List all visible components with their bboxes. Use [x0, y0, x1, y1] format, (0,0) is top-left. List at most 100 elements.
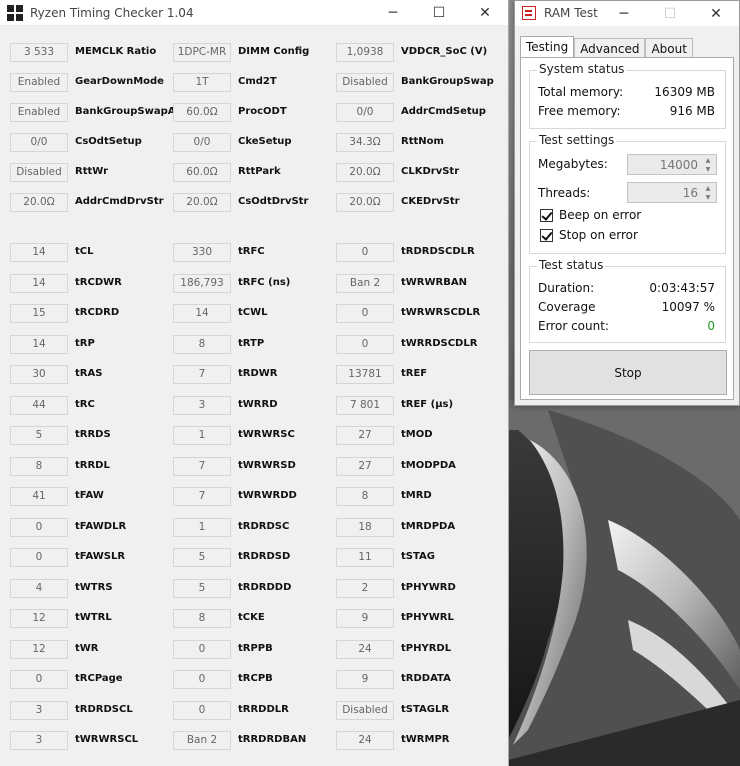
timing-label-tphywrd: tPHYWRD: [401, 581, 456, 593]
ram-minimize-icon[interactable]: ─: [601, 1, 647, 26]
timing-label-trrdl: tRRDL: [75, 459, 110, 471]
spin-down-icon[interactable]: ▼: [702, 193, 714, 202]
threads-stepper[interactable]: 16 ▲ ▼: [627, 182, 717, 203]
timing-value-tras: 30: [10, 365, 68, 384]
timing-label-twtrs: tWTRS: [75, 581, 113, 593]
ram-titlebar[interactable]: RAM Test ─ ☐ ✕: [515, 1, 739, 26]
timing-label-trppb: tRPPB: [238, 642, 273, 654]
timing-value-twrrd: 3: [173, 395, 231, 415]
timing-value-twrwrsc: 1: [173, 426, 231, 445]
timing-label-tstaglr: tSTAGLR: [401, 703, 450, 715]
timing-value-rttpark: 60.0Ω: [173, 163, 231, 182]
timing-label-rttpark: RttPark: [238, 166, 281, 177]
test-settings-group: Test settings Megabytes: 14000 ▲ ▼ Threa…: [529, 133, 726, 254]
timing-label-addrcmddrvstr: AddrCmdDrvStr: [75, 196, 164, 207]
timing-label-cmd2t: Cmd2T: [238, 76, 277, 87]
timing-value-trfc-ns: 186,793: [173, 273, 231, 293]
stop-button[interactable]: Stop: [529, 350, 727, 395]
timing-label-twrwrsc: tWRWRSC: [238, 429, 295, 440]
ram-test-window: RAM Test ─ ☐ ✕ Testing Advanced About Sy…: [514, 0, 740, 406]
error-count-value: 0: [707, 319, 715, 333]
ram-window-title: RAM Test: [544, 6, 598, 20]
timing-value-tcke: 8: [173, 609, 231, 628]
timing-label-trp: tRP: [75, 337, 95, 349]
timing-label-trdrddd: tRDRDDD: [238, 581, 292, 593]
timing-label-twrwrsd: tWRWRSD: [238, 459, 296, 471]
timing-value-trcpage: 0: [10, 670, 68, 689]
checkbox-checked-icon[interactable]: [540, 209, 553, 222]
timing-value-twtrs: 4: [10, 578, 68, 598]
timing-value-ckesetup: 0/0: [173, 133, 231, 152]
timing-label-twrrd: tWRRD: [238, 398, 278, 410]
ram-close-icon[interactable]: ✕: [693, 1, 739, 26]
ryzen-timing-checker-window: Ryzen Timing Checker 1.04 ─ ☐ ✕ 3 533 MEM…: [0, 0, 509, 766]
test-status-group: Test status Duration: 0:03:43:57 Coverag…: [529, 258, 726, 343]
tab-advanced[interactable]: Advanced: [574, 38, 646, 59]
rtc-titlebar[interactable]: Ryzen Timing Checker 1.04 ─ ☐ ✕: [0, 0, 508, 26]
timing-label-tphyrdl: tPHYRDL: [401, 642, 452, 654]
megabytes-stepper[interactable]: 14000 ▲ ▼: [627, 154, 717, 175]
megabytes-value: 14000: [659, 158, 698, 172]
timing-label-geardownmode: GearDownMode: [75, 76, 164, 87]
timing-value-trdrdscl: 3: [10, 700, 68, 720]
timing-label-tmrdpda: tMRDPDA: [401, 520, 456, 532]
timing-label-trcdwr: tRCDWR: [75, 276, 122, 288]
spin-up-icon[interactable]: ▲: [702, 156, 714, 165]
timing-value-tphywrd: 2: [336, 578, 394, 598]
maximize-icon[interactable]: ☐: [416, 0, 462, 26]
minimize-icon[interactable]: ─: [370, 0, 416, 26]
timing-value-trrdrdban: Ban 2: [173, 731, 231, 750]
duration-value: 0:03:43:57: [649, 281, 715, 295]
timing-value-twrrdscdlr: 0: [336, 334, 394, 354]
tab-about[interactable]: About: [645, 38, 693, 59]
timing-value-tphyrdl: 24: [336, 639, 394, 659]
timing-label-trfc-ns: tRFC (ns): [238, 276, 291, 288]
tab-testing[interactable]: Testing: [520, 36, 575, 59]
timing-value-tstag: 11: [336, 548, 394, 567]
timing-label-tfaw: tFAW: [75, 490, 104, 501]
timing-value-trdrdsd: 5: [173, 548, 231, 567]
total-memory-label: Total memory:: [538, 85, 624, 99]
timing-label-trfc: tRFC: [238, 246, 265, 257]
timing-value-twrwrscdlr: 0: [336, 304, 394, 323]
timing-value-trrds: 5: [10, 426, 68, 445]
timing-label-bankgroupswapalt: BankGroupSwapAlt: [75, 106, 184, 117]
timing-label-tmodpda: tMODPDA: [401, 459, 456, 471]
timing-value-tcl: 14: [10, 243, 68, 262]
duration-label: Duration:: [538, 281, 595, 295]
timing-label-vddcr-soc-v: VDDCR_SoC (V): [401, 46, 488, 57]
spin-up-icon[interactable]: ▲: [702, 184, 714, 193]
timing-label-csodtdrvstr: CsOdtDrvStr: [238, 196, 309, 207]
timing-value-tcwl: 14: [173, 304, 231, 323]
timing-label-twrwrscl: tWRWRSCL: [75, 734, 139, 745]
timing-value-trcdwr: 14: [10, 273, 68, 293]
timing-value-procodt: 60.0Ω: [173, 103, 231, 122]
timing-label-trdrdsd: tRDRDSD: [238, 551, 291, 562]
timing-value-twrwrsd: 7: [173, 456, 231, 476]
timing-value-trp: 14: [10, 334, 68, 354]
timing-label-tras: tRAS: [75, 368, 103, 379]
timing-label-rttwr: RttWr: [75, 166, 109, 177]
timing-label-clkdrvstr: CLKDrvStr: [401, 166, 460, 177]
timing-label-ckedrvstr: CKEDrvStr: [401, 196, 460, 207]
timing-label-tcke: tCKE: [238, 612, 265, 623]
timing-value-csodtdrvstr: 20.0Ω: [173, 193, 231, 212]
timing-value-csodtsetup: 0/0: [10, 133, 68, 152]
timing-value-rttwr: Disabled: [10, 163, 68, 182]
timing-value-bankgroupswapalt: Enabled: [10, 103, 68, 122]
timing-value-memclk-ratio: 3 533: [10, 43, 68, 62]
timing-label-tref-s: tREF (μs): [401, 398, 454, 410]
checkbox-checked-icon[interactable]: [540, 229, 553, 242]
timing-value-tmodpda: 27: [336, 456, 394, 476]
megabytes-label: Megabytes:: [538, 157, 608, 171]
timing-value-vddcr-soc-v: 1,0938: [336, 43, 394, 62]
timing-value-addrcmdsetup: 0/0: [336, 103, 394, 122]
timing-value-ckedrvstr: 20.0Ω: [336, 193, 394, 212]
spin-down-icon[interactable]: ▼: [702, 165, 714, 174]
close-icon[interactable]: ✕: [462, 0, 508, 26]
timing-value-trdwr: 7: [173, 365, 231, 384]
timing-value-tfawdlr: 0: [10, 517, 68, 537]
timing-label-twrwrban: tWRWRBAN: [401, 276, 467, 288]
timing-label-tmod: tMOD: [401, 429, 433, 440]
timing-label-twrwrscdlr: tWRWRSCDLR: [401, 307, 481, 318]
